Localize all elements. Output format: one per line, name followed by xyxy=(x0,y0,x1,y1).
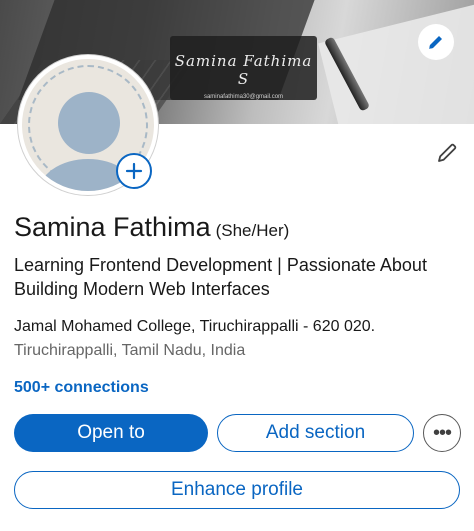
pencil-icon xyxy=(438,143,457,162)
edit-intro-button[interactable] xyxy=(434,140,460,166)
name-row: Samina Fathima (She/Her) xyxy=(14,212,289,243)
edit-banner-button[interactable] xyxy=(418,24,454,60)
add-section-button[interactable]: Add section xyxy=(217,414,414,452)
connections-link[interactable]: 500+ connections xyxy=(14,379,149,397)
signature-email: saminafathima30@gmail.com xyxy=(203,94,284,100)
more-actions-button[interactable]: ••• xyxy=(423,414,461,452)
pencil-icon xyxy=(429,36,442,49)
add-photo-button[interactable] xyxy=(116,153,152,189)
signature-name: Samina Fathima S xyxy=(174,52,313,88)
profile-pronouns: (She/Her) xyxy=(215,221,290,240)
profile-name: Samina Fathima xyxy=(14,212,211,242)
profile-headline: Learning Frontend Development | Passiona… xyxy=(14,255,427,299)
banner-signature-card: Samina Fathima S saminafathima30@gmail.c… xyxy=(170,36,317,100)
plus-icon xyxy=(125,162,143,180)
enhance-profile-button[interactable]: Enhance profile xyxy=(14,471,460,509)
open-to-button[interactable]: Open to xyxy=(14,414,208,452)
avatar-head-silhouette xyxy=(58,92,120,154)
profile-education[interactable]: Jamal Mohamed College, Tiruchirappalli -… xyxy=(14,318,375,336)
profile-location: Tiruchirappalli, Tamil Nadu, India xyxy=(14,342,246,359)
ellipsis-icon: ••• xyxy=(432,421,452,444)
